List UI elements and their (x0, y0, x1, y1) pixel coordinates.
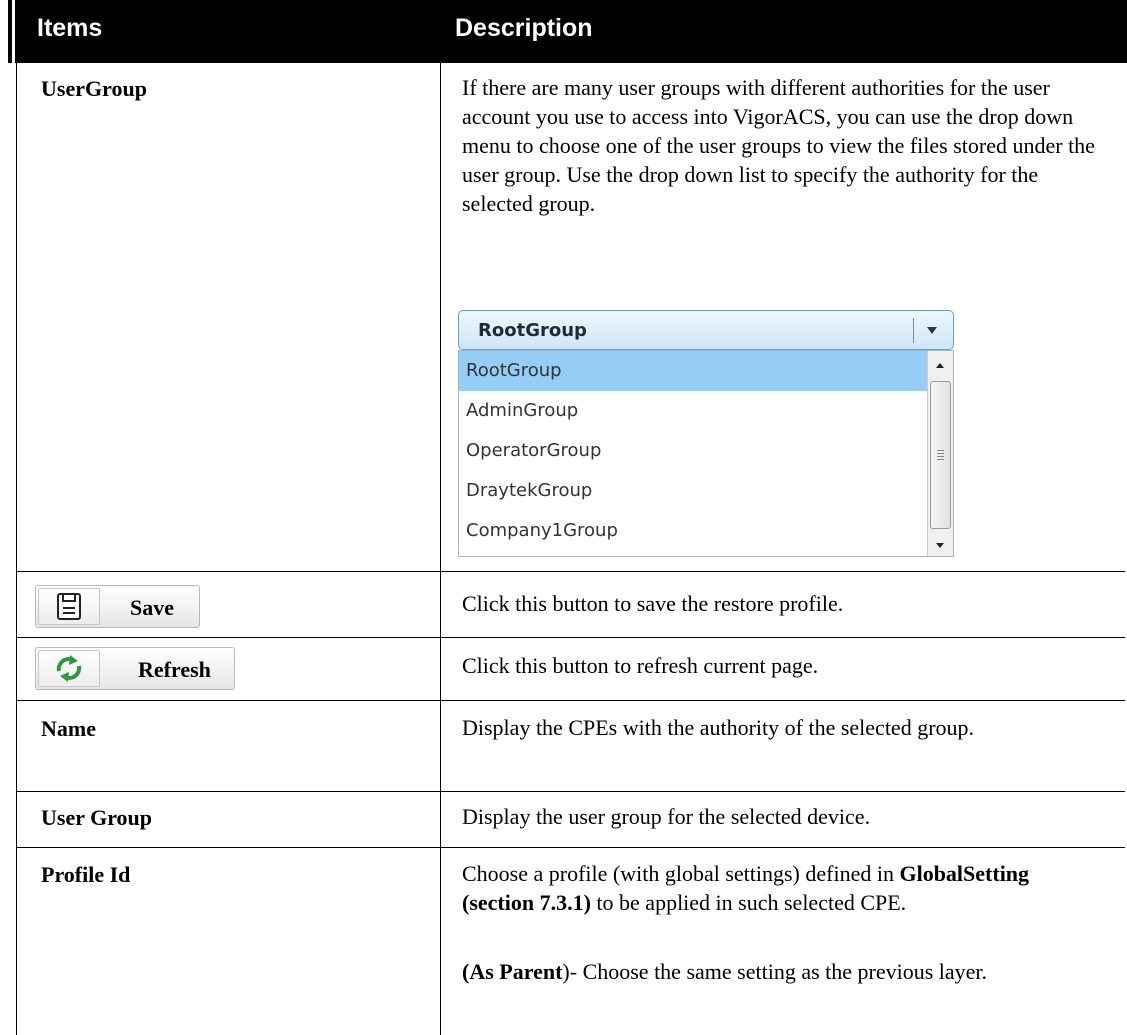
dropdown-option[interactable]: OperatorGroup (459, 431, 929, 471)
row-divider (16, 791, 1125, 792)
desc-usergroup: If there are many user groups with diffe… (462, 75, 1095, 216)
desc-text: to be applied in such selected CPE. (590, 890, 907, 915)
desc-text: Choose a profile (with global settings) … (462, 861, 900, 886)
header-edge (0, 0, 8, 63)
desc-user-group: Display the user group for the selected … (462, 804, 871, 829)
grip-line (937, 456, 944, 457)
row-divider (16, 571, 1125, 572)
floppy-disk-icon (38, 588, 100, 625)
column-divider (440, 63, 441, 1035)
dropdown-scrollbar[interactable] (927, 351, 953, 556)
select-separator (913, 318, 914, 343)
save-button[interactable]: Save (35, 585, 200, 628)
usergroup-select[interactable]: RootGroup (458, 310, 954, 350)
item-user-group: User Group (41, 805, 153, 830)
desc-profile-id: Choose a profile (with global settings) … (462, 859, 1102, 917)
grip-line (937, 453, 944, 454)
dropdown-option[interactable]: Company1Group (459, 511, 929, 551)
dropdown-option[interactable]: RootGroup (459, 351, 929, 391)
row-divider (16, 637, 1125, 638)
refresh-button[interactable]: Refresh (35, 647, 235, 690)
chevron-down-icon[interactable] (927, 327, 937, 334)
desc-text: )- Choose the same setting as the previo… (562, 959, 988, 984)
desc-refresh: Click this button to refresh current pag… (462, 653, 819, 678)
grip-line (937, 459, 944, 460)
selected-value: RootGroup (478, 320, 587, 341)
header-edge-stripe (12, 0, 15, 63)
grip-line (937, 450, 944, 451)
table-left-border (16, 63, 17, 1035)
desc-save: Click this button to save the restore pr… (462, 591, 844, 616)
scroll-up-icon[interactable] (936, 363, 944, 368)
item-usergroup: UserGroup (41, 76, 147, 101)
dropdown-options-list: RootGroup AdminGroup OperatorGroup Drayt… (458, 350, 954, 557)
scrollbar-thumb[interactable] (930, 381, 951, 529)
row-divider (16, 847, 1125, 848)
row-divider (16, 700, 1125, 701)
desc-as-parent: (As Parent)- Choose the same setting as … (462, 957, 1102, 986)
scroll-down-icon[interactable] (936, 543, 944, 548)
header-description: Description (455, 14, 593, 42)
usergroup-dropdown[interactable]: RootGroup RootGroup AdminGroup OperatorG… (456, 304, 958, 558)
dropdown-option[interactable]: DraytekGroup (459, 471, 929, 511)
as-parent-label: (As Parent (462, 959, 563, 984)
header-items: Items (37, 14, 103, 42)
refresh-arrows-icon (38, 650, 100, 687)
item-name: Name (41, 716, 96, 741)
item-profile-id: Profile Id (41, 862, 131, 887)
table-header: Items Description (0, 0, 1127, 63)
desc-name: Display the CPEs with the authority of t… (462, 715, 975, 740)
refresh-label: Refresh (138, 657, 211, 682)
save-label: Save (130, 595, 174, 620)
dropdown-option[interactable]: AdminGroup (459, 391, 929, 431)
